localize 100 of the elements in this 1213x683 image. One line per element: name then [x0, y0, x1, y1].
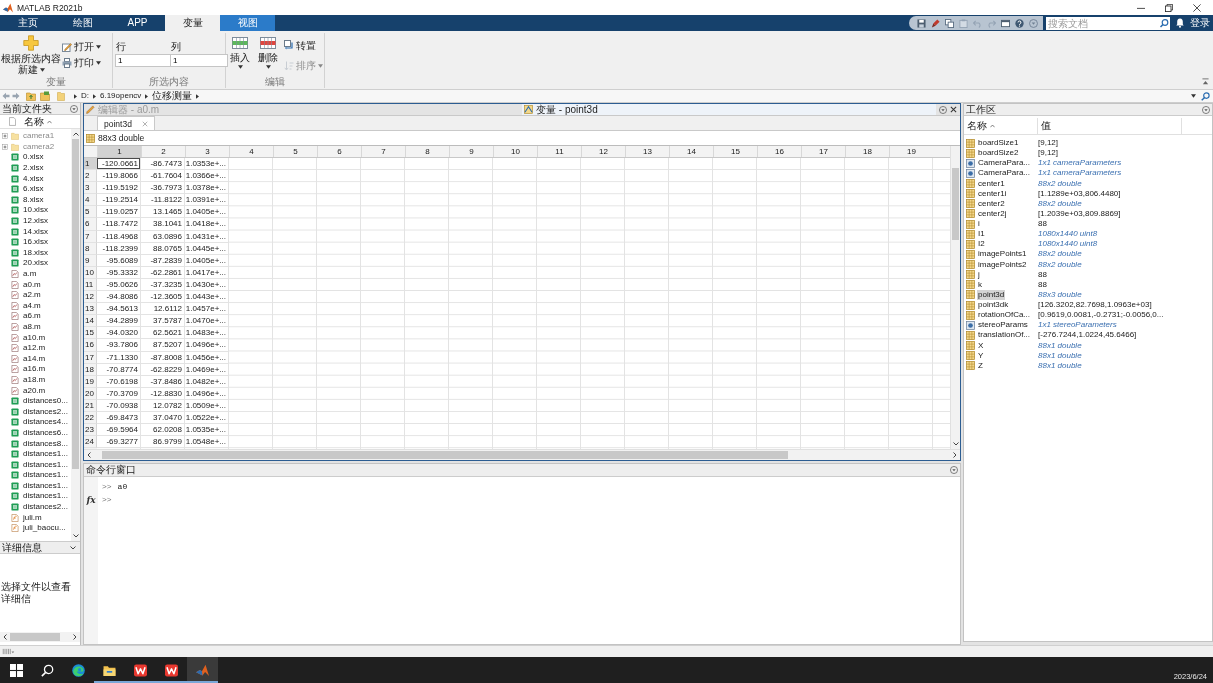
- chevron-down-icon[interactable]: [70, 545, 76, 550]
- file-name[interactable]: distances1...: [23, 449, 68, 460]
- file-name[interactable]: camera2: [23, 141, 55, 152]
- transpose-button[interactable]: 转置: [284, 38, 323, 52]
- column-header[interactable]: 18: [845, 146, 889, 157]
- toolstrip-tab[interactable]: 主页: [0, 15, 55, 31]
- table-cell[interactable]: 1.0457e+...: [185, 303, 229, 316]
- horizontal-scrollbar[interactable]: [0, 632, 80, 642]
- expand-icon[interactable]: [2, 143, 8, 150]
- variable-tab[interactable]: point3d: [97, 116, 155, 130]
- file-name[interactable]: a14.m: [23, 353, 46, 364]
- file-name[interactable]: 2.xlsx: [23, 163, 44, 174]
- table-cell[interactable]: -94.0320: [97, 327, 141, 340]
- column-header[interactable]: 12: [581, 146, 625, 157]
- variable-name[interactable]: stereoParams: [977, 320, 1029, 331]
- variable-name[interactable]: boardSize1: [977, 138, 1020, 149]
- file-name[interactable]: a0.m: [23, 279, 41, 290]
- file-name[interactable]: distances0...: [23, 396, 68, 407]
- column-header[interactable]: 15: [713, 146, 757, 157]
- open-button[interactable]: 打开: [62, 40, 101, 53]
- file-name[interactable]: 10.xlsx: [23, 205, 48, 216]
- file-name[interactable]: distances1...: [23, 480, 68, 491]
- table-cell[interactable]: -94.5613: [97, 303, 141, 316]
- file-name[interactable]: distances4...: [23, 417, 68, 428]
- row-header[interactable]: 6: [84, 218, 97, 231]
- file-name[interactable]: a.m: [23, 269, 37, 279]
- file-name[interactable]: a8.m: [23, 322, 41, 332]
- browse-folder-icon[interactable]: [40, 91, 50, 101]
- table-cell[interactable]: 1.0366e+...: [185, 170, 229, 183]
- variable-name[interactable]: j: [977, 269, 981, 280]
- table-cell[interactable]: -119.0257: [97, 206, 141, 219]
- file-name[interactable]: a10.m: [23, 332, 46, 343]
- variable-name[interactable]: CameraPara...: [977, 168, 1032, 179]
- table-cell[interactable]: 12.6112: [141, 303, 185, 316]
- expand-icon[interactable]: [2, 133, 8, 140]
- variable-name[interactable]: translationOf...: [977, 330, 1032, 341]
- collapse-icon[interactable]: [1202, 78, 1209, 85]
- file-name[interactable]: 12.xlsx: [23, 216, 48, 227]
- window-icon[interactable]: [1001, 18, 1010, 28]
- column-header[interactable]: 9: [449, 146, 493, 157]
- path-segment[interactable]: D:: [81, 90, 89, 102]
- table-cell[interactable]: -93.7806: [97, 339, 141, 352]
- file-name[interactable]: 18.xlsx: [23, 247, 48, 258]
- column-header[interactable]: 名称: [24, 115, 44, 128]
- file-name[interactable]: distances2...: [23, 502, 68, 513]
- chevron-icon[interactable]: [145, 93, 149, 99]
- panel-menu-icon[interactable]: [1202, 105, 1210, 114]
- variable-name[interactable]: center1i: [977, 188, 1008, 199]
- search-icon[interactable]: [1201, 91, 1210, 101]
- table-cell[interactable]: 37.5787: [141, 315, 185, 328]
- file-name[interactable]: camera1: [23, 131, 55, 142]
- delete-button[interactable]: 删除: [256, 35, 280, 69]
- row-header[interactable]: 4: [84, 194, 97, 207]
- row-header[interactable]: 5: [84, 206, 97, 219]
- table-cell[interactable]: -119.5192: [97, 182, 141, 195]
- variable-name[interactable]: boardSize2: [977, 148, 1020, 159]
- up-folder-icon[interactable]: [26, 91, 36, 101]
- file-name[interactable]: distances1...: [23, 491, 68, 502]
- horizontal-scrollbar[interactable]: [84, 449, 960, 460]
- print-button[interactable]: 打印: [62, 56, 101, 69]
- variable-name[interactable]: Y: [977, 350, 985, 361]
- table-cell[interactable]: 1.0391e+...: [185, 194, 229, 207]
- column-header[interactable]: 名称: [967, 120, 987, 132]
- file-name[interactable]: juli_baocu...: [23, 523, 66, 534]
- file-name[interactable]: 0.xlsx: [23, 152, 44, 163]
- table-cell[interactable]: -120.0661: [97, 158, 141, 171]
- file-name[interactable]: 16.xlsx: [23, 237, 48, 248]
- variable-name[interactable]: center2: [977, 198, 1006, 209]
- scroll-left-icon[interactable]: [87, 452, 91, 458]
- row-header[interactable]: 3: [84, 182, 97, 195]
- variable-name[interactable]: imagePoints2: [977, 259, 1028, 270]
- column-header[interactable]: 16: [757, 146, 801, 157]
- variable-name[interactable]: Z: [977, 360, 984, 371]
- column-header[interactable]: 10: [493, 146, 537, 157]
- column-header[interactable]: 8: [405, 146, 449, 157]
- bell-icon[interactable]: [1176, 18, 1184, 28]
- file-name[interactable]: distances6...: [23, 427, 68, 438]
- panel-menu-icon[interactable]: [950, 466, 958, 474]
- toolstrip-tab[interactable]: 变量: [165, 15, 220, 31]
- table-cell[interactable]: 62.5621: [141, 327, 185, 340]
- table-cell[interactable]: -69.5964: [97, 424, 141, 437]
- column-header[interactable]: 6: [317, 146, 361, 157]
- restore-icon[interactable]: [1165, 3, 1173, 12]
- variable-name[interactable]: I2: [977, 239, 986, 250]
- table-cell[interactable]: -36.7973: [141, 182, 185, 195]
- file-name[interactable]: distances1...: [23, 470, 68, 481]
- variable-name[interactable]: point3dk: [977, 300, 1010, 311]
- file-name[interactable]: a2.m: [23, 290, 41, 301]
- variable-name[interactable]: imagePoints1: [977, 249, 1028, 260]
- toolstrip-tab[interactable]: APP: [110, 15, 165, 31]
- table-cell[interactable]: 87.5207: [141, 339, 185, 352]
- table-cell[interactable]: -69.3277: [97, 436, 141, 449]
- table-cell[interactable]: 38.1041: [141, 218, 185, 231]
- column-header[interactable]: 14: [669, 146, 713, 157]
- table-cell[interactable]: 86.9799: [141, 436, 185, 449]
- row-header[interactable]: 14: [84, 315, 97, 328]
- scroll-right-icon[interactable]: [73, 634, 77, 640]
- scroll-down-icon[interactable]: [72, 534, 79, 538]
- file-name[interactable]: a4.m: [23, 300, 41, 311]
- close-icon[interactable]: [1193, 3, 1201, 12]
